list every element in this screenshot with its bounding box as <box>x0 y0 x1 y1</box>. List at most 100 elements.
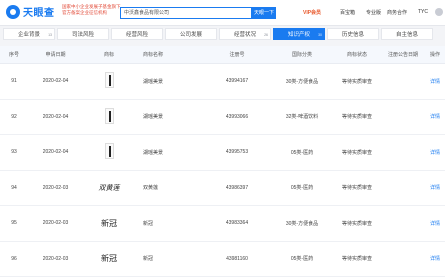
nav-item-user[interactable]: TYC <box>418 9 428 15</box>
nav-item-pro[interactable]: 专业版 <box>366 9 381 16</box>
tab-label: 历史信息 <box>342 32 364 38</box>
table-row: 94 2020-02-03 双黄莲 双黄莲 43986397 05类-医药 等待… <box>0 171 445 207</box>
cell-class: 32类-啤酒饮料 <box>271 113 333 120</box>
search-button[interactable]: 天眼一下 <box>252 7 276 19</box>
tab-label: 自主信息 <box>396 32 418 38</box>
cell-status: 等待实质审查 <box>333 113 381 120</box>
tab-count: 30 <box>318 29 322 41</box>
cell-mark-name: 双黄莲 <box>135 184 203 191</box>
table-row: 92 2020-02-04 湖瑶美景 43993066 32类-啤酒饮料 等待实… <box>0 100 445 136</box>
cell-mark: 新冠 <box>83 253 135 264</box>
cell-status: 等待实质审查 <box>333 78 381 85</box>
detail-link[interactable]: 详情 <box>425 220 445 227</box>
promo-line-2: 官方备案企业征信机构 <box>62 10 121 16</box>
cell-apply-date: 2020-02-03 <box>28 185 83 191</box>
tab-history[interactable]: 历史信息 <box>327 28 379 40</box>
nav-item-business[interactable]: 商务合作 <box>387 9 407 16</box>
tab-label: 经营状况 <box>234 32 256 38</box>
detail-link[interactable]: 详情 <box>425 184 445 191</box>
cell-mark <box>83 143 135 161</box>
table-row: 95 2020-02-03 新冠 新冠 43983364 30类-方便食品 等待… <box>0 206 445 242</box>
tab-development[interactable]: 公司发展 <box>165 28 217 40</box>
tab-self-info[interactable]: 自主信息 <box>381 28 433 40</box>
cell-mark <box>83 108 135 126</box>
cell-index: 96 <box>0 256 28 262</box>
col-header-status[interactable]: 商标状态 <box>333 51 381 58</box>
col-header-notice-date: 注册公告日期 <box>381 51 425 58</box>
promo-line-1: 国家中小企业发展子基金旗下 <box>62 4 121 10</box>
nav-item-toolbox[interactable]: 百宝箱 <box>340 9 355 16</box>
search-input[interactable]: 中沃鑫食品有限公司 <box>120 7 252 19</box>
cell-index: 91 <box>0 78 28 84</box>
table-row: 93 2020-02-04 湖瑶美景 43995753 05类-医药 等待实质审… <box>0 135 445 171</box>
cell-reg-no: 43995753 <box>203 149 271 155</box>
cell-reg-no: 43994167 <box>203 78 271 84</box>
table-header: 序号 申请日期 商标 商标名称 注册号 国际分类 商标状态 注册公告日期 操作 <box>0 46 445 64</box>
cell-status: 等待实质审查 <box>333 220 381 227</box>
logo[interactable]: 天眼查 <box>6 4 55 19</box>
detail-link[interactable]: 详情 <box>425 78 445 85</box>
col-header-mark-name: 商标名称 <box>135 51 203 58</box>
tab-label: 司法风险 <box>72 32 94 38</box>
cell-reg-no: 43981160 <box>203 256 271 262</box>
cell-class: 05类-医药 <box>271 255 333 262</box>
col-header-index: 序号 <box>0 51 28 58</box>
tab-label: 公司发展 <box>180 32 202 38</box>
section-tabs: 企业背景13 司法风险 经营风险 公司发展 经营状况 26 知识产权 30 历史信息… <box>0 28 445 40</box>
trademark-table: 序号 申请日期 商标 商标名称 注册号 国际分类 商标状态 注册公告日期 操作 … <box>0 46 445 277</box>
cell-status: 等待实质审查 <box>333 184 381 191</box>
detail-link[interactable]: 详情 <box>425 113 445 120</box>
tab-label: 经营风险 <box>126 32 148 38</box>
tab-intellectual-property[interactable]: 知识产权 30 <box>273 28 325 40</box>
vip-link[interactable]: VIP会员 <box>303 9 321 16</box>
cell-index: 92 <box>0 114 28 120</box>
tab-operation-status[interactable]: 经营状况 26 <box>219 28 271 40</box>
cell-status: 等待实质审查 <box>333 149 381 156</box>
cell-reg-no: 43983364 <box>203 220 271 226</box>
logo-text: 天眼查 <box>23 4 55 19</box>
logo-eye-icon <box>6 5 20 19</box>
cell-index: 93 <box>0 149 28 155</box>
detail-link[interactable]: 详情 <box>425 149 445 156</box>
cell-class: 30类-方便食品 <box>271 220 333 227</box>
col-header-class[interactable]: 国际分类 <box>271 51 333 58</box>
cell-reg-no: 43993066 <box>203 114 271 120</box>
cell-apply-date: 2020-02-04 <box>28 149 83 155</box>
cell-class: 05类-医药 <box>271 184 333 191</box>
cell-apply-date: 2020-02-03 <box>28 256 83 262</box>
cell-mark: 双黄莲 <box>83 183 135 193</box>
trademark-image[interactable]: 新冠 <box>101 219 117 228</box>
trademark-image[interactable] <box>105 108 114 124</box>
cell-mark-name: 湖瑶美景 <box>135 113 203 120</box>
cell-reg-no: 43986397 <box>203 185 271 191</box>
tab-count: 26 <box>264 29 268 41</box>
avatar[interactable] <box>435 8 443 16</box>
cell-index: 95 <box>0 220 28 226</box>
cell-mark: 新冠 <box>83 218 135 229</box>
col-header-reg-no: 注册号 <box>203 51 271 58</box>
cell-mark-name: 湖瑶美景 <box>135 78 203 85</box>
tab-operation-risk[interactable]: 经营风险 <box>111 28 163 40</box>
tab-legal-risk[interactable]: 司法风险 <box>57 28 109 40</box>
trademark-image[interactable]: 双黄莲 <box>99 184 120 192</box>
trademark-image[interactable]: 新冠 <box>101 254 117 263</box>
cell-mark-name: 湖瑶美景 <box>135 149 203 156</box>
cell-apply-date: 2020-02-03 <box>28 220 83 226</box>
tab-background[interactable]: 企业背景13 <box>3 28 55 40</box>
cell-class: 30类-方便食品 <box>271 78 333 85</box>
tab-label: 知识产权 <box>288 32 310 38</box>
col-header-mark: 商标 <box>83 51 135 58</box>
col-header-apply-date[interactable]: 申请日期 <box>28 51 83 58</box>
cell-status: 等待实质审查 <box>333 255 381 262</box>
cell-class: 05类-医药 <box>271 149 333 156</box>
cell-mark-name: 新冠 <box>135 220 203 227</box>
table-row: 91 2020-02-04 湖瑶美景 43994167 30类-方便食品 等待实… <box>0 64 445 100</box>
promo-banner: 国家中小企业发展子基金旗下 官方备案企业征信机构 <box>62 4 121 15</box>
table-row: 96 2020-02-03 新冠 新冠 43981160 05类-医药 等待实质… <box>0 242 445 277</box>
detail-link[interactable]: 详情 <box>425 255 445 262</box>
top-bar: 天眼查 国家中小企业发展子基金旗下 官方备案企业征信机构 中沃鑫食品有限公司 天… <box>0 0 445 26</box>
cell-mark <box>83 72 135 90</box>
col-header-action: 操作 <box>425 51 445 58</box>
trademark-image[interactable] <box>105 143 114 159</box>
trademark-image[interactable] <box>105 72 114 88</box>
